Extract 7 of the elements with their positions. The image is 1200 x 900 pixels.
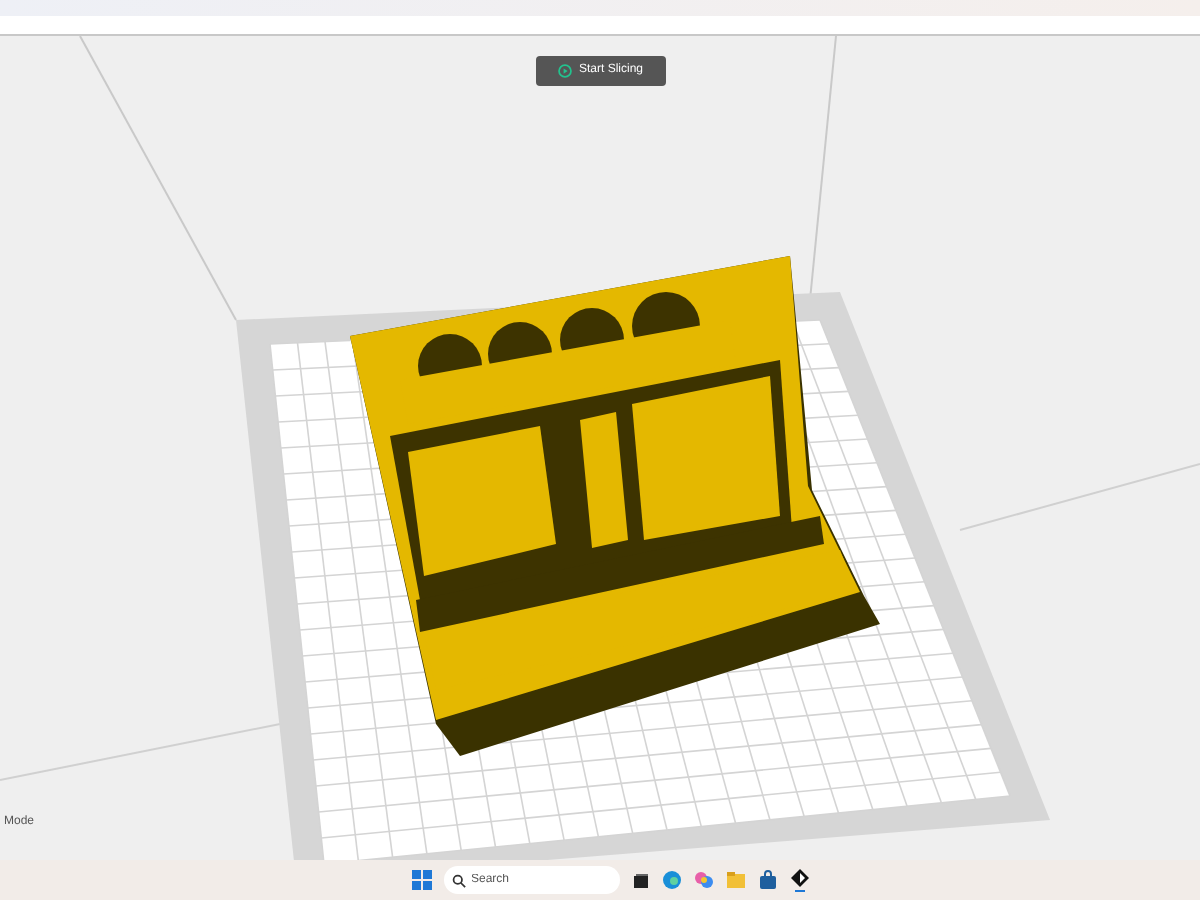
slicer-app-icon[interactable] xyxy=(789,868,809,892)
search-icon xyxy=(451,873,465,887)
play-circle-icon xyxy=(558,64,573,78)
store-bag-icon[interactable] xyxy=(757,870,777,890)
edge-browser-icon[interactable] xyxy=(661,870,681,890)
folder-icon[interactable] xyxy=(725,870,745,890)
windows-start-icon[interactable] xyxy=(411,870,431,890)
